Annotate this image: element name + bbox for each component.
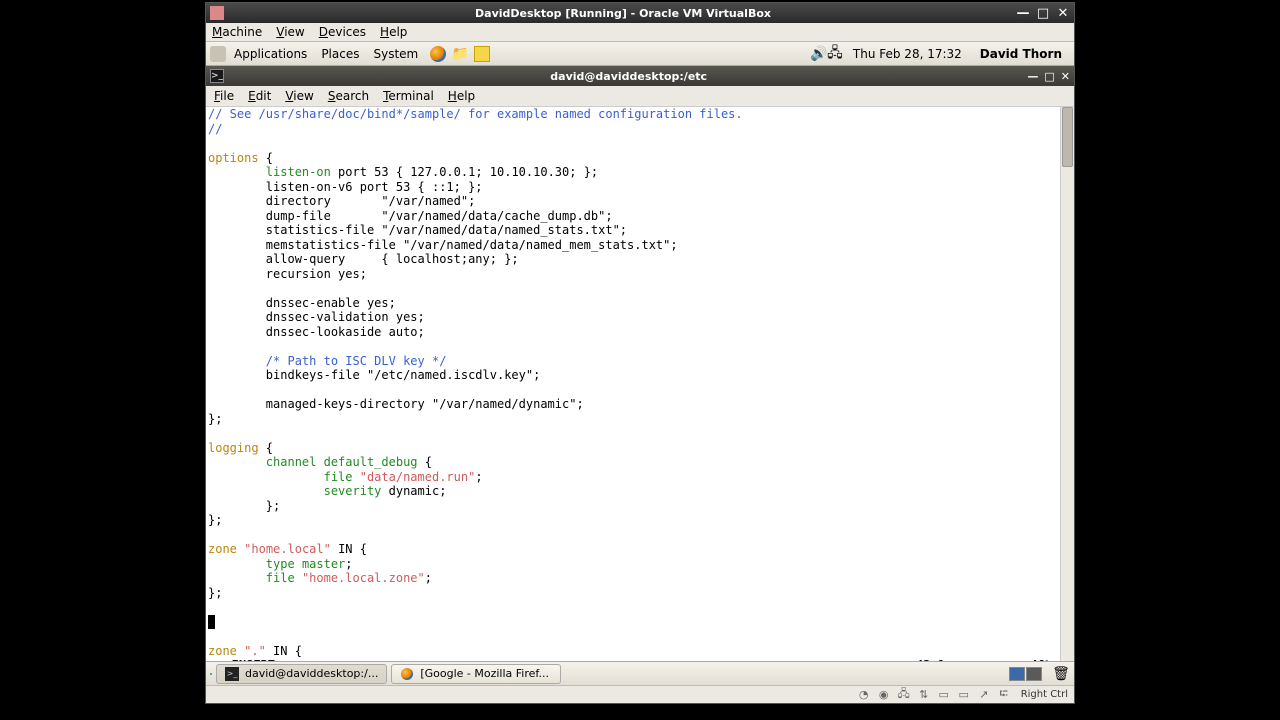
taskbar-terminal[interactable]: >_ david@daviddesktop:/... bbox=[216, 664, 387, 684]
minimize-button[interactable]: — bbox=[1016, 6, 1030, 20]
gnome-top-panel: Applications Places System 📁 🔊 🖧 Thu Feb… bbox=[206, 42, 1074, 66]
vbox-mouse-icon[interactable]: ↗ bbox=[977, 688, 991, 702]
guest-desktop: Applications Places System 📁 🔊 🖧 Thu Feb… bbox=[206, 42, 1074, 685]
menu-places[interactable]: Places bbox=[315, 47, 365, 61]
terminal-title: david@daviddesktop:/etc bbox=[230, 70, 1027, 83]
menu-applications[interactable]: Applications bbox=[228, 47, 313, 61]
gnome-bottom-panel: >_ david@daviddesktop:/... [Google - Moz… bbox=[206, 661, 1074, 685]
terminal-maximize-button[interactable]: □ bbox=[1044, 70, 1054, 83]
vbox-net-icon[interactable]: 🖧 bbox=[897, 688, 911, 702]
vbox-cd-icon[interactable]: ◉ bbox=[877, 688, 891, 702]
vbox-menu-machine[interactable]: Machine bbox=[212, 25, 262, 39]
terminal-menu-view[interactable]: View bbox=[285, 89, 313, 103]
terminal-body[interactable]: // See /usr/share/doc/bind*/sample/ for … bbox=[206, 107, 1074, 678]
vbox-app-icon bbox=[210, 6, 224, 20]
notes-icon[interactable] bbox=[474, 46, 490, 62]
terminal-menu-terminal[interactable]: Terminal bbox=[383, 89, 434, 103]
editor-area[interactable]: // See /usr/share/doc/bind*/sample/ for … bbox=[206, 107, 1060, 678]
workspace-2[interactable] bbox=[1026, 667, 1042, 681]
terminal-menu-help[interactable]: Help bbox=[448, 89, 475, 103]
show-desktop-icon[interactable] bbox=[210, 673, 212, 675]
terminal-titlebar[interactable]: >_ david@daviddesktop:/etc — □ ✕ bbox=[206, 66, 1074, 86]
vbox-hdd-icon[interactable]: ◔ bbox=[857, 688, 871, 702]
workspace-1[interactable] bbox=[1009, 667, 1025, 681]
workspace-switcher[interactable] bbox=[1009, 667, 1042, 681]
network-icon[interactable]: 🖧 bbox=[827, 46, 843, 62]
scrollbar-thumb[interactable] bbox=[1062, 107, 1073, 167]
clock[interactable]: Thu Feb 28, 17:32 bbox=[843, 47, 972, 61]
terminal-minimize-button[interactable]: — bbox=[1027, 70, 1038, 83]
terminal-menu-edit[interactable]: Edit bbox=[248, 89, 271, 103]
vbox-title: DavidDesktop [Running] - Oracle VM Virtu… bbox=[230, 7, 1016, 20]
vbox-statusbar: ◔ ◉ 🖧 ⇅ ▭ ▭ ↗ ⮓ Right Ctrl bbox=[206, 685, 1074, 703]
maximize-button[interactable]: □ bbox=[1036, 6, 1050, 20]
vbox-titlebar[interactable]: DavidDesktop [Running] - Oracle VM Virtu… bbox=[206, 3, 1074, 23]
terminal-scrollbar[interactable] bbox=[1060, 107, 1074, 678]
file-manager-icon[interactable]: 📁 bbox=[452, 46, 468, 62]
vbox-hostkey-icon: ⮓ bbox=[997, 688, 1011, 702]
terminal-close-button[interactable]: ✕ bbox=[1061, 70, 1070, 83]
close-button[interactable]: ✕ bbox=[1056, 6, 1070, 20]
vbox-usb-icon[interactable]: ⇅ bbox=[917, 688, 931, 702]
terminal-menu-file[interactable]: File bbox=[214, 89, 234, 103]
vbox-menu-view[interactable]: View bbox=[276, 25, 304, 39]
trash-icon[interactable]: 🗑 bbox=[1052, 665, 1070, 683]
vbox-shared-icon[interactable]: ▭ bbox=[937, 688, 951, 702]
gnome-foot-icon[interactable] bbox=[210, 46, 226, 62]
user-menu[interactable]: David Thorn bbox=[972, 47, 1070, 61]
vbox-menu-devices[interactable]: Devices bbox=[319, 25, 366, 39]
menu-system[interactable]: System bbox=[367, 47, 424, 61]
vbox-menu-help[interactable]: Help bbox=[380, 25, 407, 39]
terminal-task-icon: >_ bbox=[225, 667, 239, 681]
vbox-hostkey-label: Right Ctrl bbox=[1017, 689, 1068, 700]
terminal-menubar: File Edit View Search Terminal Help bbox=[206, 86, 1074, 107]
vbox-display-icon[interactable]: ▭ bbox=[957, 688, 971, 702]
vbox-menubar: Machine View Devices Help bbox=[206, 23, 1074, 42]
firefox-launcher-icon[interactable] bbox=[430, 46, 446, 62]
volume-icon[interactable]: 🔊 bbox=[811, 46, 827, 62]
terminal-icon: >_ bbox=[210, 69, 224, 83]
terminal-window: >_ david@daviddesktop:/etc — □ ✕ File Ed… bbox=[206, 66, 1074, 678]
virtualbox-window: DavidDesktop [Running] - Oracle VM Virtu… bbox=[205, 2, 1075, 704]
firefox-task-icon bbox=[400, 667, 414, 681]
terminal-menu-search[interactable]: Search bbox=[328, 89, 369, 103]
editor-cursor bbox=[208, 615, 215, 629]
taskbar-firefox[interactable]: [Google - Mozilla Firef... bbox=[391, 664, 561, 684]
